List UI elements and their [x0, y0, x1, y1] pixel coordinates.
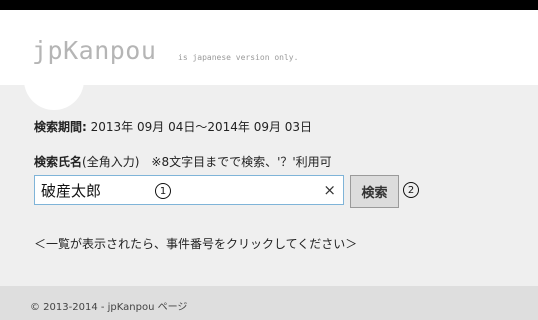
annotation-marker-1: 1 — [155, 183, 171, 199]
clear-icon[interactable]: × — [323, 181, 336, 199]
search-box: 1 × — [34, 175, 344, 205]
copyright: © 2013-2014 - jpKanpou ページ — [30, 302, 188, 313]
search-name-hint: (全角入力) — [82, 155, 140, 169]
instruction-text: ＜一覧が表示されたら、事件番号をクリックしてください＞ — [34, 237, 358, 251]
search-period-value: 2013年 09月 04日～2014年 09月 03日 — [86, 120, 313, 134]
search-period-label: 検索期間: — [34, 120, 87, 134]
name-search-input[interactable] — [35, 176, 315, 204]
search-button[interactable]: 検索 — [350, 175, 399, 208]
annotation-marker-2: 2 — [403, 182, 419, 198]
site-tagline: is japanese version only. — [178, 53, 299, 62]
search-name-title: 検索氏名 — [34, 155, 83, 169]
site-brand[interactable]: jpKanpou — [32, 36, 156, 65]
search-name-label: 検索氏名(全角入力) ※8文字目までで検索、'？'利用可 — [34, 153, 332, 170]
search-name-note: ※8文字目までで検索、'？'利用可 — [151, 155, 332, 169]
top-bar — [0, 0, 538, 10]
search-period: 検索期間: 2013年 09月 04日～2014年 09月 03日 — [34, 118, 312, 135]
footer: © 2013-2014 - jpKanpou ページ — [0, 286, 538, 320]
